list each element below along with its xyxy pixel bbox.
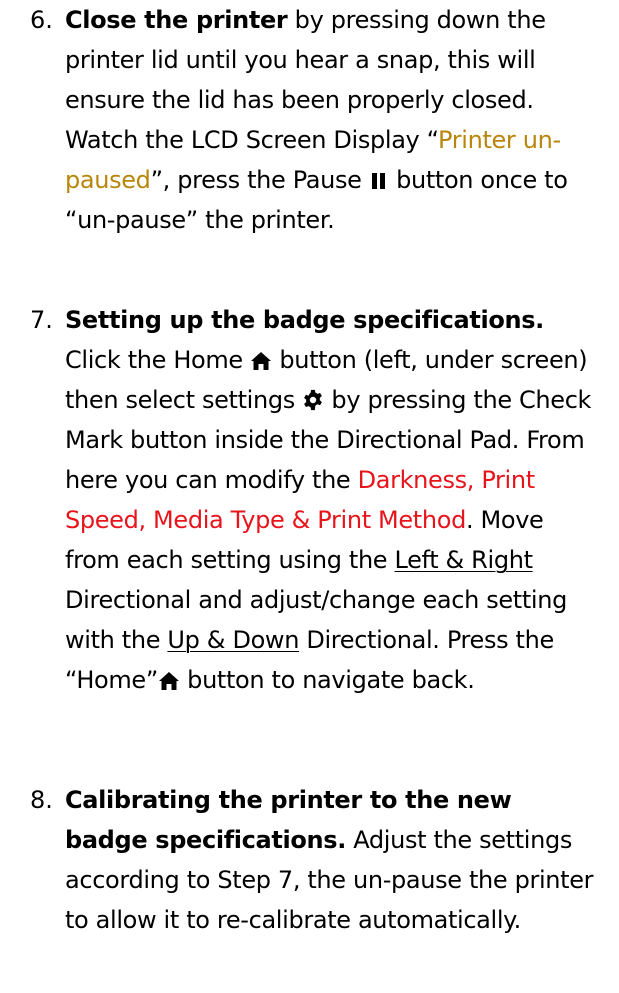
step-title: Close the printer [65,6,288,34]
step-number: 6. [30,6,53,34]
left-right-directional: Left & Right [394,546,533,574]
gear-icon [302,389,324,411]
step-title: Setting up the badge specifications. [65,306,544,334]
step-number: 8. [30,786,53,814]
step-number: 7. [30,306,53,334]
instruction-document: 6. Close the printer by pressing down th… [0,0,619,993]
pause-icon [369,171,389,191]
home-icon [250,351,272,371]
step-text: Calibrating the printer to the new badge… [65,786,594,934]
step-text: Close the printer by pressing down the p… [65,6,568,234]
step-text: Setting up the badge specifications. Cli… [65,306,592,694]
up-down-directional: Up & Down [167,626,300,654]
home-icon [158,671,180,691]
